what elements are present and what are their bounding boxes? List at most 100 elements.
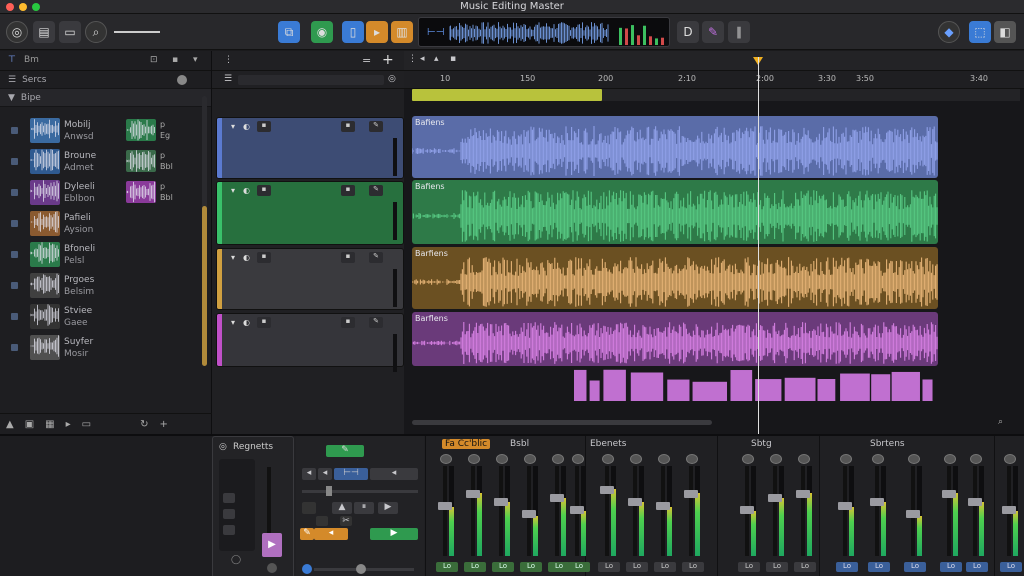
track-input-button[interactable]: ▪ [341,317,355,328]
smart-controls-button[interactable]: ◉ [311,21,333,43]
library-item[interactable]: Suyfer Mosir [0,333,200,363]
library-button[interactable]: ▤ [33,21,55,43]
info-icon[interactable] [177,74,187,85]
solo-transport-button[interactable] [316,516,328,526]
channel-fader-cap[interactable] [466,490,480,498]
track-input-button[interactable]: ▪ [341,121,355,132]
library-item[interactable]: Bfoneli Pelsl [0,240,200,270]
browser-section-row[interactable]: ☰ Sercs [0,71,211,89]
channel-pan-knob[interactable] [686,454,698,464]
channel-pan-knob[interactable] [630,454,642,464]
position-slider[interactable] [302,490,418,493]
channel-pan-knob[interactable] [552,454,564,464]
audio-region[interactable]: Barflens [412,312,938,366]
record-arm-button[interactable]: ✎ [300,528,314,540]
arrange-scrollbar[interactable] [412,420,712,425]
channel-pan-knob[interactable] [908,454,920,464]
score-button[interactable]: ▥ [391,21,413,43]
share-button[interactable]: ⬚ [969,21,991,43]
channel-mode-button[interactable]: Lo [548,562,570,572]
channel-fader-cap[interactable] [768,494,782,502]
channel-mode-button[interactable]: Lo [568,562,590,572]
timeline-ruler[interactable]: 10 150 200 2:10 2:00 3:30 3:50 3:40 [404,71,1024,89]
add-track-icon[interactable]: + [382,52,394,68]
snap-icon[interactable]: ▴ [434,54,439,64]
channel-mode-button[interactable]: Lo [794,562,816,572]
channel-fader-track[interactable] [633,466,637,556]
library-item[interactable]: Mobilj Anwsd p Eg [0,116,200,146]
track-header[interactable]: ▾ ◐ ▪ ▪ ✎ [216,313,404,372]
channel-pan-knob[interactable] [770,454,782,464]
tab-comment-icon[interactable]: ▾ [193,55,198,65]
cycle-region[interactable] [412,89,602,101]
channel-fader-track[interactable] [875,466,879,556]
track-solo-button[interactable]: ▪ [257,252,271,263]
browser-folder-row[interactable]: ▼ Bipe [0,89,211,107]
tuner-button[interactable]: D [677,21,699,43]
channel-fader-track[interactable] [499,466,503,556]
search-button[interactable]: ⌕ [85,21,107,43]
channel-mode-button[interactable]: Lo [464,562,486,572]
channel-pan-knob[interactable] [970,454,982,464]
play-button[interactable]: ▶ [370,528,418,540]
master-volume-thumb[interactable] [356,564,366,574]
settings-button[interactable]: ∥ [728,21,750,43]
library-item[interactable]: Prgoes Belsim [0,271,200,301]
track-global-settings-icon[interactable]: ◎ [388,74,396,84]
channel-fader-cap[interactable] [656,502,670,510]
track-edit-button[interactable]: ✎ [369,252,383,263]
channel-pan-knob[interactable] [468,454,480,464]
lcd-display[interactable]: ⊢⊣ [418,17,670,47]
track-list-icon[interactable]: ⋮ [224,55,233,65]
pause-button[interactable]: ⏸ [354,502,374,514]
channel-mode-button[interactable]: Lo [654,562,676,572]
channel-pan-knob[interactable] [602,454,614,464]
channel-fader-track[interactable] [773,466,777,556]
channel-fader-cap[interactable] [838,502,852,510]
track-menu-icon[interactable]: = [362,54,371,67]
audio-region[interactable]: Barfiens [412,247,938,309]
grid-view-icon[interactable]: ▣ [25,419,34,430]
channel-mode-button[interactable]: Lo [1000,562,1022,572]
channel-fader-cap[interactable] [740,506,754,514]
channel-fader-track[interactable] [947,466,951,556]
channel-mode-button[interactable]: Lo [766,562,788,572]
channel-pan-knob[interactable] [798,454,810,464]
channel-fader-cap[interactable] [600,486,614,494]
channel-fader-cap[interactable] [796,490,810,498]
channel-mode-button[interactable]: Lo [940,562,962,572]
rewind-button[interactable]: ◂ [302,468,316,480]
channel-fader-track[interactable] [471,466,475,556]
refresh-icon[interactable]: ↻ [140,419,148,430]
channel-fader-cap[interactable] [628,498,642,506]
browser-tab-label[interactable]: Bm [24,55,39,65]
channel-fader-track[interactable] [801,466,805,556]
track-solo-button[interactable]: ▪ [257,121,271,132]
track-edit-button[interactable]: ✎ [369,121,383,132]
channel-fader-cap[interactable] [570,506,584,514]
forward-button[interactable]: ▸ [366,21,388,43]
channel-fader-track[interactable] [443,466,447,556]
master-volume-knob[interactable] [302,564,312,574]
fullscreen-button[interactable]: ◧ [994,21,1016,43]
add-icon[interactable]: + [159,419,167,430]
forward-transport-button[interactable]: ◂ [370,468,418,480]
track-edit-button[interactable]: ✎ [369,185,383,196]
stop-button[interactable]: ▲ [332,502,352,514]
library-item[interactable]: Broune Admet p Bbl [0,147,200,177]
channel-mode-button[interactable]: Lo [836,562,858,572]
record-icon[interactable]: ◯ [231,555,241,565]
capture-button[interactable]: ✂ [340,516,352,526]
track-headphones-icon[interactable]: ◐ [243,122,250,131]
extra-clip-region[interactable] [574,365,934,405]
channel-fader-cap[interactable] [968,498,982,506]
marquee-icon[interactable]: ⋮ [408,54,417,64]
tab-grid-icon[interactable]: ▪ [172,55,178,65]
record-button[interactable]: ◂ [314,528,348,540]
inspector-pan-knob[interactable] [267,563,277,573]
next-button[interactable]: ▶ [378,502,398,514]
folder-button[interactable]: ▭ [59,21,81,43]
track-global-field[interactable] [238,75,384,85]
track-mute-icon[interactable]: ▾ [231,122,235,131]
track-input-button[interactable]: ▪ [341,185,355,196]
